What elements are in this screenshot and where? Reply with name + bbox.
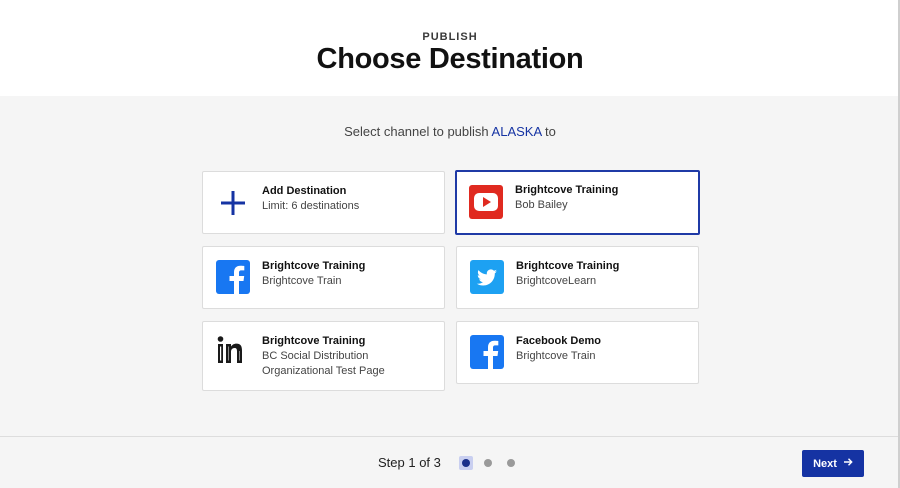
card-title: Add Destination [262,185,347,197]
youtube-icon [469,185,503,219]
card-title: Facebook Demo [516,335,601,347]
prompt-text-after: to [541,124,556,139]
prompt-text-before: Select channel to publish [344,124,492,139]
twitter-icon [470,260,504,294]
add-destination-card[interactable]: Add Destination Limit: 6 destinations [202,171,445,234]
destination-card-facebook-demo[interactable]: Facebook Demo Brightcove Train [456,321,699,384]
step-dot-2[interactable] [484,459,492,467]
card-subtitle: Brightcove Train [516,350,596,362]
step-indicator-text: Step 1 of 3 [378,455,441,470]
destination-card-facebook[interactable]: Brightcove Training Brightcove Train [202,246,445,309]
step-dot-indicator [462,459,470,467]
plus-icon [216,186,250,220]
project-name: ALASKA [491,124,542,139]
linkedin-icon [216,334,250,368]
facebook-icon [216,260,250,294]
eyebrow-label: PUBLISH [422,31,478,43]
destination-card-twitter[interactable]: Brightcove Training BrightcoveLearn [456,246,699,309]
step-dot-1-active[interactable] [459,456,473,470]
destination-card-youtube[interactable]: Brightcove Training Bob Bailey [455,170,700,235]
wizard-footer: Step 1 of 3 Next [0,436,900,488]
card-title: Brightcove Training [516,260,620,272]
arrow-right-icon [843,457,853,470]
next-button[interactable]: Next [802,450,864,477]
page-header: PUBLISH Choose Destination [0,0,900,96]
card-subtitle-line-2: Organizational Test Page [262,365,385,377]
card-subtitle: Limit: 6 destinations [262,200,360,212]
card-subtitle: Brightcove Train [262,275,342,287]
card-subtitle: BC Social Distribution [262,350,369,362]
card-title: Brightcove Training [515,184,619,196]
publish-prompt: Select channel to publish ALASKA to [0,124,900,139]
facebook-icon [470,335,504,369]
destination-panel: Select channel to publish ALASKA to Add … [0,96,900,436]
card-title: Brightcove Training [262,335,366,347]
step-dot-3[interactable] [507,459,515,467]
card-subtitle: Bob Bailey [515,199,568,211]
page-title: Choose Destination [316,43,584,75]
destination-card-linkedin[interactable]: Brightcove Training BC Social Distributi… [202,321,445,391]
next-button-label: Next [813,457,837,470]
card-title: Brightcove Training [262,260,366,272]
card-subtitle: BrightcoveLearn [516,275,597,287]
